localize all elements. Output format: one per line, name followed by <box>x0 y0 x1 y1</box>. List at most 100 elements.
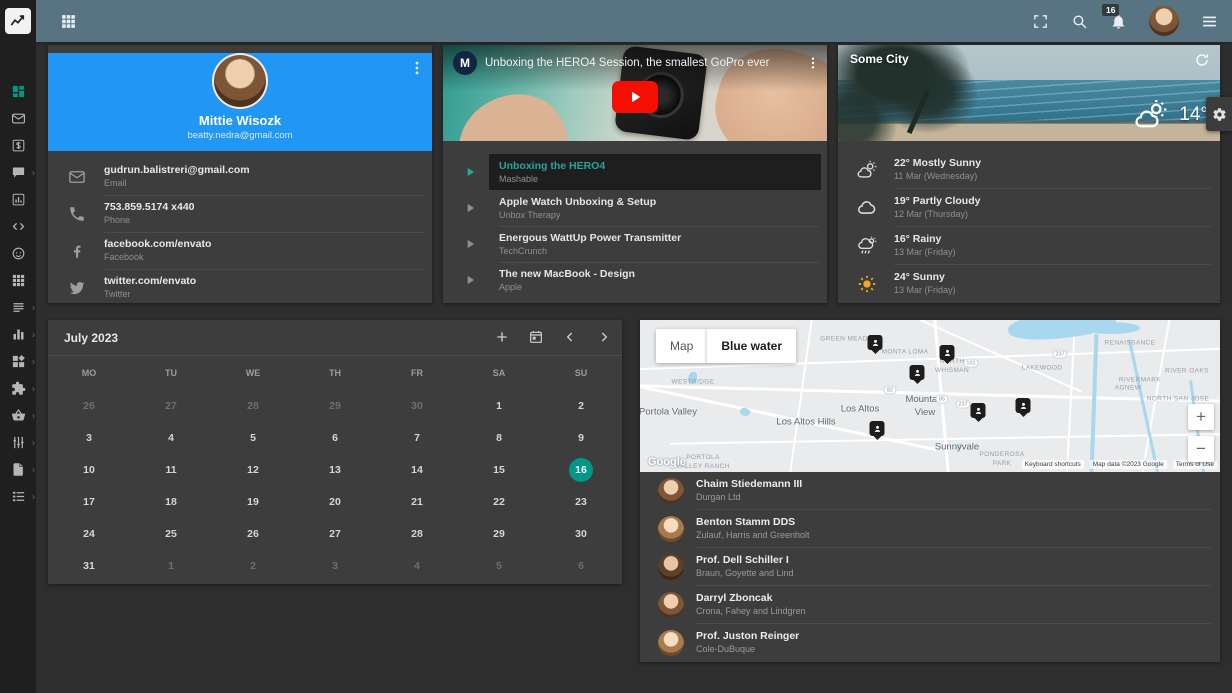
calendar-day[interactable]: 15 <box>458 454 540 486</box>
contact-list-item[interactable]: Prof. Dell Schiller IBraun, Goyette and … <box>640 548 1220 586</box>
calendar-day[interactable]: 13 <box>294 454 376 486</box>
calendar-day[interactable]: 29 <box>294 390 376 422</box>
sidebar-item-code[interactable] <box>0 213 36 240</box>
sidebar-item-money[interactable] <box>0 132 36 159</box>
calendar-day[interactable]: 4 <box>130 422 212 454</box>
contact-list-item[interactable]: Benton Stamm DDSZulauf, Harris and Green… <box>640 510 1220 548</box>
search-icon[interactable] <box>1071 13 1088 30</box>
notifications-button[interactable]: 16 <box>1110 13 1127 30</box>
person-map-marker[interactable] <box>1016 398 1031 413</box>
sidebar-item-list[interactable]: › <box>0 483 36 510</box>
calendar-day[interactable]: 26 <box>48 390 130 422</box>
contact-list-item[interactable]: Prof. Juston ReingerCole-DuBuque <box>640 624 1220 662</box>
calendar-today-icon[interactable] <box>528 329 544 345</box>
calendar-day[interactable]: 29 <box>458 518 540 550</box>
sidebar-item-face[interactable] <box>0 240 36 267</box>
user-avatar[interactable] <box>1149 6 1179 36</box>
calendar-day[interactable]: 28 <box>376 518 458 550</box>
contact-list-item[interactable]: Darryl ZboncakCrona, Fahey and Lindgren <box>640 586 1220 624</box>
calendar-day[interactable]: 2 <box>212 550 294 582</box>
next-month-icon[interactable] <box>596 329 612 345</box>
contact-row-twitter[interactable]: twitter.com/envatoTwitter <box>48 270 432 307</box>
calendar-day[interactable]: 5 <box>212 422 294 454</box>
calendar-day[interactable]: 8 <box>458 422 540 454</box>
google-map[interactable]: Map Blue water + − Google Keyboard short… <box>640 320 1220 472</box>
calendar-day[interactable]: 10 <box>48 454 130 486</box>
sidebar-item-headline[interactable]: › <box>0 294 36 321</box>
google-logo[interactable]: Google <box>648 456 686 468</box>
apps-grid-icon[interactable] <box>60 13 77 30</box>
calendar-day[interactable]: 3 <box>294 550 376 582</box>
map-zoom-in-button[interactable]: + <box>1188 404 1214 430</box>
person-map-marker[interactable] <box>940 345 955 360</box>
calendar-day[interactable]: 4 <box>376 550 458 582</box>
calendar-day[interactable]: 3 <box>48 422 130 454</box>
playlist-item[interactable]: Unboxing the HERO4Mashable <box>443 155 827 191</box>
calendar-day[interactable]: 20 <box>294 486 376 518</box>
settings-gear-button[interactable] <box>1206 97 1232 131</box>
calendar-day[interactable]: 14 <box>376 454 458 486</box>
person-map-marker[interactable] <box>870 421 885 436</box>
calendar-day[interactable]: 19 <box>212 486 294 518</box>
sidebar-item-chart[interactable] <box>0 186 36 213</box>
hamburger-menu-icon[interactable] <box>1201 13 1218 30</box>
contact-row-facebook[interactable]: facebook.com/envatoFacebook <box>48 233 432 270</box>
calendar-day[interactable]: 30 <box>376 390 458 422</box>
playlist-item[interactable]: Energous WattUp Power TransmitterTechCru… <box>443 227 827 263</box>
calendar-day[interactable]: 27 <box>130 390 212 422</box>
calendar-day[interactable]: 2 <box>540 390 622 422</box>
contact-list-item[interactable]: Chaim Stiedemann IIIDurgan Ltd <box>640 472 1220 510</box>
map-button[interactable]: Map <box>656 329 707 363</box>
video-player[interactable]: M Unboxing the HERO4 Session, the smalle… <box>443 45 827 141</box>
sidebar-item-file[interactable]: › <box>0 456 36 483</box>
prev-month-icon[interactable] <box>562 329 578 345</box>
calendar-day[interactable]: 1 <box>458 390 540 422</box>
kebab-menu-icon[interactable] <box>805 55 821 71</box>
calendar-day[interactable]: 31 <box>48 550 130 582</box>
add-event-icon[interactable] <box>494 329 510 345</box>
playlist-item[interactable]: The new MacBook - DesignApple <box>443 263 827 299</box>
calendar-day[interactable]: 25 <box>130 518 212 550</box>
person-map-marker[interactable] <box>971 403 986 418</box>
calendar-day[interactable]: 6 <box>540 550 622 582</box>
map-zoom-out-button[interactable]: − <box>1188 436 1214 462</box>
contact-row-phone[interactable]: 753.859.5174 x440Phone <box>48 196 432 233</box>
sidebar-item-chat[interactable]: › <box>0 159 36 186</box>
youtube-play-button[interactable] <box>612 81 658 113</box>
sidebar-item-tune[interactable]: › <box>0 429 36 456</box>
calendar-day[interactable]: 5 <box>458 550 540 582</box>
calendar-day[interactable]: 26 <box>212 518 294 550</box>
calendar-day[interactable]: 30 <box>540 518 622 550</box>
sidebar-item-email[interactable] <box>0 105 36 132</box>
calendar-day[interactable]: 24 <box>48 518 130 550</box>
calendar-day[interactable]: 11 <box>130 454 212 486</box>
calendar-day[interactable]: 12 <box>212 454 294 486</box>
calendar-day[interactable]: 17 <box>48 486 130 518</box>
calendar-day[interactable]: 27 <box>294 518 376 550</box>
sidebar-item-apps[interactable] <box>0 267 36 294</box>
person-map-marker[interactable] <box>910 365 925 380</box>
kebab-menu-icon[interactable] <box>408 59 426 77</box>
sidebar-item-dashboard[interactable] <box>0 78 36 105</box>
calendar-day[interactable]: 16 <box>540 454 622 486</box>
sidebar-item-basket[interactable]: › <box>0 402 36 429</box>
playlist-item[interactable]: Apple Watch Unboxing & SetupUnbox Therap… <box>443 191 827 227</box>
fullscreen-icon[interactable] <box>1032 13 1049 30</box>
calendar-day[interactable]: 6 <box>294 422 376 454</box>
calendar-day[interactable]: 18 <box>130 486 212 518</box>
calendar-day[interactable]: 21 <box>376 486 458 518</box>
sidebar-item-widgets[interactable]: › <box>0 348 36 375</box>
calendar-day[interactable]: 9 <box>540 422 622 454</box>
sidebar-item-puzzle[interactable]: › <box>0 375 36 402</box>
person-map-marker[interactable] <box>868 335 883 350</box>
calendar-day[interactable]: 28 <box>212 390 294 422</box>
sidebar-item-columns[interactable]: › <box>0 321 36 348</box>
contact-row-email[interactable]: gudrun.balistreri@gmail.comEmail <box>48 159 432 196</box>
calendar-day[interactable]: 23 <box>540 486 622 518</box>
calendar-day[interactable]: 1 <box>130 550 212 582</box>
keyboard-shortcuts-link[interactable]: Keyboard shortcuts <box>1022 460 1084 469</box>
calendar-day[interactable]: 22 <box>458 486 540 518</box>
app-logo[interactable] <box>5 8 31 34</box>
blue-water-button[interactable]: Blue water <box>707 329 796 363</box>
refresh-icon[interactable] <box>1194 52 1210 68</box>
